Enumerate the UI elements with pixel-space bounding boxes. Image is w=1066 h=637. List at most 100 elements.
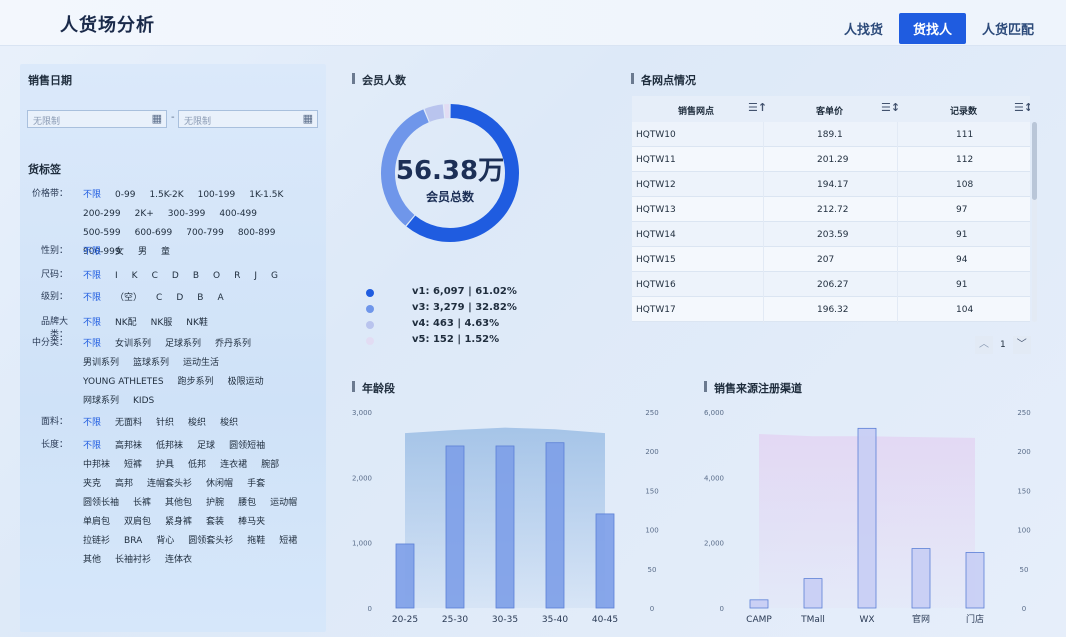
scroll-thumb[interactable] xyxy=(1032,122,1037,200)
filter-option[interactable]: 休闲帽 xyxy=(206,475,233,494)
filter-option[interactable]: 2K+ xyxy=(135,205,154,224)
filter-option[interactable]: 不限 xyxy=(83,289,101,308)
filter-option[interactable]: 女训系列 xyxy=(115,335,151,354)
calendar-icon[interactable]: ▦ xyxy=(303,112,313,125)
filter-option[interactable]: 手套 xyxy=(247,475,265,494)
filter-option[interactable]: 长裤 xyxy=(133,494,151,513)
filter-option[interactable]: 足球系列 xyxy=(165,335,201,354)
filter-option[interactable]: 针织 xyxy=(156,414,174,433)
filter-option[interactable]: 腰包 xyxy=(238,494,256,513)
filter-option[interactable]: 运动生活 xyxy=(183,354,219,373)
filter-option[interactable]: 600-699 xyxy=(135,224,173,243)
filter-option[interactable]: 棒马夹 xyxy=(238,513,265,532)
bar[interactable] xyxy=(749,599,769,609)
filter-option[interactable]: 紧身裤 xyxy=(165,513,192,532)
filter-option[interactable]: 500-599 xyxy=(83,224,121,243)
sort-icon[interactable]: ☰↕ xyxy=(881,101,900,114)
table-row[interactable]: HQTW11 201.29 112 xyxy=(632,147,1030,172)
filter-option[interactable]: 拖鞋 xyxy=(247,532,265,551)
filter-option[interactable]: G xyxy=(271,267,278,286)
filter-option[interactable]: 连帽套头衫 xyxy=(147,475,192,494)
filter-option[interactable]: 梭织 xyxy=(188,414,206,433)
filter-option[interactable]: 梭织 xyxy=(220,414,238,433)
filter-option[interactable]: 跑步系列 xyxy=(178,373,214,392)
page-next-icon[interactable]: ﹀ xyxy=(1012,336,1031,354)
filter-option[interactable]: YOUNG ATHLETES xyxy=(83,373,164,392)
filter-option[interactable]: 套装 xyxy=(206,513,224,532)
filter-option[interactable]: NK配 xyxy=(115,314,137,333)
filter-option[interactable]: NK服 xyxy=(151,314,173,333)
date-start-input[interactable]: 无限制 ▦ xyxy=(27,110,167,128)
filter-option[interactable]: 篮球系列 xyxy=(133,354,169,373)
filter-option[interactable]: 不限 xyxy=(83,267,101,286)
filter-option[interactable]: 双肩包 xyxy=(124,513,151,532)
filter-option[interactable]: 不限 xyxy=(83,243,101,262)
filter-option[interactable]: 童 xyxy=(161,243,170,262)
filter-option[interactable]: NK鞋 xyxy=(186,314,208,333)
bar[interactable] xyxy=(911,548,931,609)
table-row[interactable]: HQTW14 203.59 91 xyxy=(632,222,1030,247)
filter-option[interactable]: 不限 xyxy=(83,335,101,354)
filter-option[interactable]: 连衣裙 xyxy=(220,456,247,475)
table-row[interactable]: HQTW10 189.1 111 xyxy=(632,122,1030,147)
filter-option[interactable]: 圆领短袖 xyxy=(229,437,265,456)
filter-option[interactable]: 不限 xyxy=(83,314,101,333)
filter-option[interactable]: 运动帽 xyxy=(270,494,297,513)
filter-option[interactable]: 100-199 xyxy=(198,186,236,205)
filter-option[interactable]: 不限 xyxy=(83,186,101,205)
filter-option[interactable]: A xyxy=(217,289,223,308)
bar[interactable] xyxy=(495,445,515,609)
bar[interactable] xyxy=(395,543,415,609)
filter-option[interactable]: 0-99 xyxy=(115,186,135,205)
filter-option[interactable]: 足球 xyxy=(197,437,215,456)
filter-option[interactable]: 网球系列 xyxy=(83,392,119,411)
table-row[interactable]: HQTW15 207 94 xyxy=(632,247,1030,272)
filter-option[interactable]: 男训系列 xyxy=(83,354,119,373)
filter-option[interactable]: 其他 xyxy=(83,551,101,570)
filter-option[interactable]: 中邦袜 xyxy=(83,456,110,475)
filter-option[interactable]: D xyxy=(176,289,183,308)
filter-option[interactable]: J xyxy=(254,267,257,286)
filter-option[interactable]: 连体衣 xyxy=(165,551,192,570)
filter-option[interactable]: 300-399 xyxy=(168,205,206,224)
filter-option[interactable]: B xyxy=(197,289,203,308)
date-end-input[interactable]: 无限制 ▦ xyxy=(178,110,318,128)
filter-option[interactable]: 女 xyxy=(115,243,124,262)
bar[interactable] xyxy=(803,578,823,609)
calendar-icon[interactable]: ▦ xyxy=(152,112,162,125)
bar[interactable] xyxy=(445,445,465,609)
filter-option[interactable]: KIDS xyxy=(133,392,154,411)
filter-option[interactable]: 低邦 xyxy=(188,456,206,475)
filter-option[interactable]: 不限 xyxy=(83,414,101,433)
tab-person-find-goods[interactable]: 人找货 xyxy=(836,14,891,43)
filter-option[interactable]: 不限 xyxy=(83,437,101,456)
filter-option[interactable]: O xyxy=(213,267,220,286)
filter-option[interactable]: C xyxy=(156,289,162,308)
filter-option[interactable]: K xyxy=(132,267,138,286)
tab-goods-find-person[interactable]: 货找人 xyxy=(898,13,966,44)
filter-option[interactable]: 乔丹系列 xyxy=(215,335,251,354)
filter-option[interactable]: 圆领套头衫 xyxy=(188,532,233,551)
bar[interactable] xyxy=(595,513,615,609)
filter-option[interactable]: 长袖衬衫 xyxy=(115,551,151,570)
filter-option[interactable]: 700-799 xyxy=(186,224,224,243)
filter-option[interactable]: 夹克 xyxy=(83,475,101,494)
tab-person-goods-match[interactable]: 人货匹配 xyxy=(974,14,1042,43)
sort-icon[interactable]: ☰↑ xyxy=(748,101,767,114)
table-row[interactable]: HQTW16 206.27 91 xyxy=(632,272,1030,297)
filter-option[interactable]: 其他包 xyxy=(165,494,192,513)
table-row[interactable]: HQTW12 194.17 108 xyxy=(632,172,1030,197)
donut-segment-v4[interactable] xyxy=(424,104,445,122)
filter-option[interactable]: R xyxy=(234,267,240,286)
filter-option[interactable]: I xyxy=(115,267,118,286)
bar[interactable] xyxy=(857,427,877,609)
filter-option[interactable]: 200-299 xyxy=(83,205,121,224)
filter-option[interactable]: D xyxy=(172,267,179,286)
filter-option[interactable]: 400-499 xyxy=(219,205,257,224)
filter-option[interactable]: C xyxy=(152,267,158,286)
bar[interactable] xyxy=(545,442,565,609)
filter-option[interactable]: 无面料 xyxy=(115,414,142,433)
filter-option[interactable]: 1K-1.5K xyxy=(249,186,283,205)
filter-option[interactable]: B xyxy=(193,267,199,286)
filter-option[interactable]: （空） xyxy=(115,289,142,308)
